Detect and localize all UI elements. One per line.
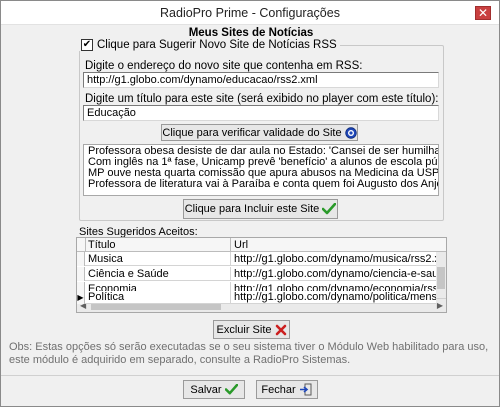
suggest-checkbox-row[interactable]: ✔ Clique para Sugerir Novo Site de Notíc… xyxy=(78,39,340,51)
row-divider xyxy=(230,252,231,266)
column-header-url[interactable]: Url xyxy=(234,238,434,252)
row-titulo: Ciência e Saúde xyxy=(88,268,169,280)
checkmark-icon xyxy=(322,203,337,215)
row-titulo: Política xyxy=(88,291,125,303)
save-label: Salvar xyxy=(190,383,222,396)
include-site-label: Clique para Incluir este Site xyxy=(184,203,320,215)
site-title-input[interactable]: Educação xyxy=(83,105,439,121)
grid-vertical-scrollbar[interactable] xyxy=(436,252,446,298)
footer-separator xyxy=(1,375,499,376)
row-url: http://g1.globo.com/dynamo/musica/rss2.x… xyxy=(234,253,436,265)
grid-corner xyxy=(77,238,86,252)
site-title-label: Digite um título para este site (será ex… xyxy=(85,93,439,105)
url-label: Digite o endereço do novo site que conte… xyxy=(85,60,363,72)
current-row-indicator-icon: ▶ xyxy=(77,291,85,304)
exit-door-icon xyxy=(299,383,312,396)
scroll-right-icon[interactable]: ▶ xyxy=(437,301,443,310)
close-icon: ✕ xyxy=(477,6,489,20)
row-divider xyxy=(230,291,231,304)
delete-x-icon xyxy=(275,324,286,335)
column-divider xyxy=(230,238,231,252)
table-row[interactable]: Musica http://g1.globo.com/dynamo/musica… xyxy=(77,252,436,266)
close-label: Fechar xyxy=(261,383,296,396)
checkmark-icon xyxy=(224,384,238,395)
row-divider xyxy=(230,267,231,281)
close-window-button[interactable]: ✕ xyxy=(475,6,491,20)
vertical-scroll-thumb[interactable] xyxy=(437,267,445,289)
verify-site-label: Clique para verificar validade do Site xyxy=(162,126,342,139)
row-indicator xyxy=(77,252,85,266)
rss-preview-box: Professora obesa desiste de dar aula no … xyxy=(83,144,439,196)
table-row[interactable]: Ciência e Saúde http://g1.globo.com/dyna… xyxy=(77,267,436,281)
delete-site-label: Excluir Site xyxy=(216,323,272,336)
obs-note: Obs: Estas opções só serão executadas se… xyxy=(9,341,489,366)
table-row-current[interactable]: ▶ Política http://g1.globo.com/dynamo/po… xyxy=(77,291,436,304)
headline-item: Professora de literatura vai à Paraíba e… xyxy=(88,178,439,190)
suggest-checkbox[interactable]: ✔ xyxy=(81,39,93,51)
config-window: RadioPro Prime - Configurações ✕ Meus Si… xyxy=(0,0,500,407)
row-url: http://g1.globo.com/dynamo/politica/mens… xyxy=(234,291,436,303)
verify-site-button[interactable]: Clique para verificar validade do Site xyxy=(161,124,358,141)
save-button[interactable]: Salvar xyxy=(183,380,245,399)
row-titulo: Musica xyxy=(88,253,123,265)
column-header-titulo[interactable]: Título xyxy=(88,238,228,252)
grid-header: Título Url xyxy=(77,238,446,252)
include-site-button[interactable]: Clique para Incluir este Site xyxy=(183,199,338,219)
info-icon xyxy=(344,126,357,139)
suggest-checkbox-label: Clique para Sugerir Novo Site de Notícia… xyxy=(97,39,337,51)
window-title: RadioPro Prime - Configurações xyxy=(160,6,340,20)
title-bar: RadioPro Prime - Configurações ✕ xyxy=(1,1,499,25)
close-button[interactable]: Fechar xyxy=(256,380,318,399)
row-url: http://g1.globo.com/dynamo/ciencia-e-sau… xyxy=(234,268,436,280)
url-input[interactable]: http://g1.globo.com/dynamo/educacao/rss2… xyxy=(83,72,439,88)
row-indicator xyxy=(77,267,85,281)
delete-site-button[interactable]: Excluir Site xyxy=(213,320,290,339)
section-title: Meus Sites de Notícias xyxy=(188,27,314,39)
